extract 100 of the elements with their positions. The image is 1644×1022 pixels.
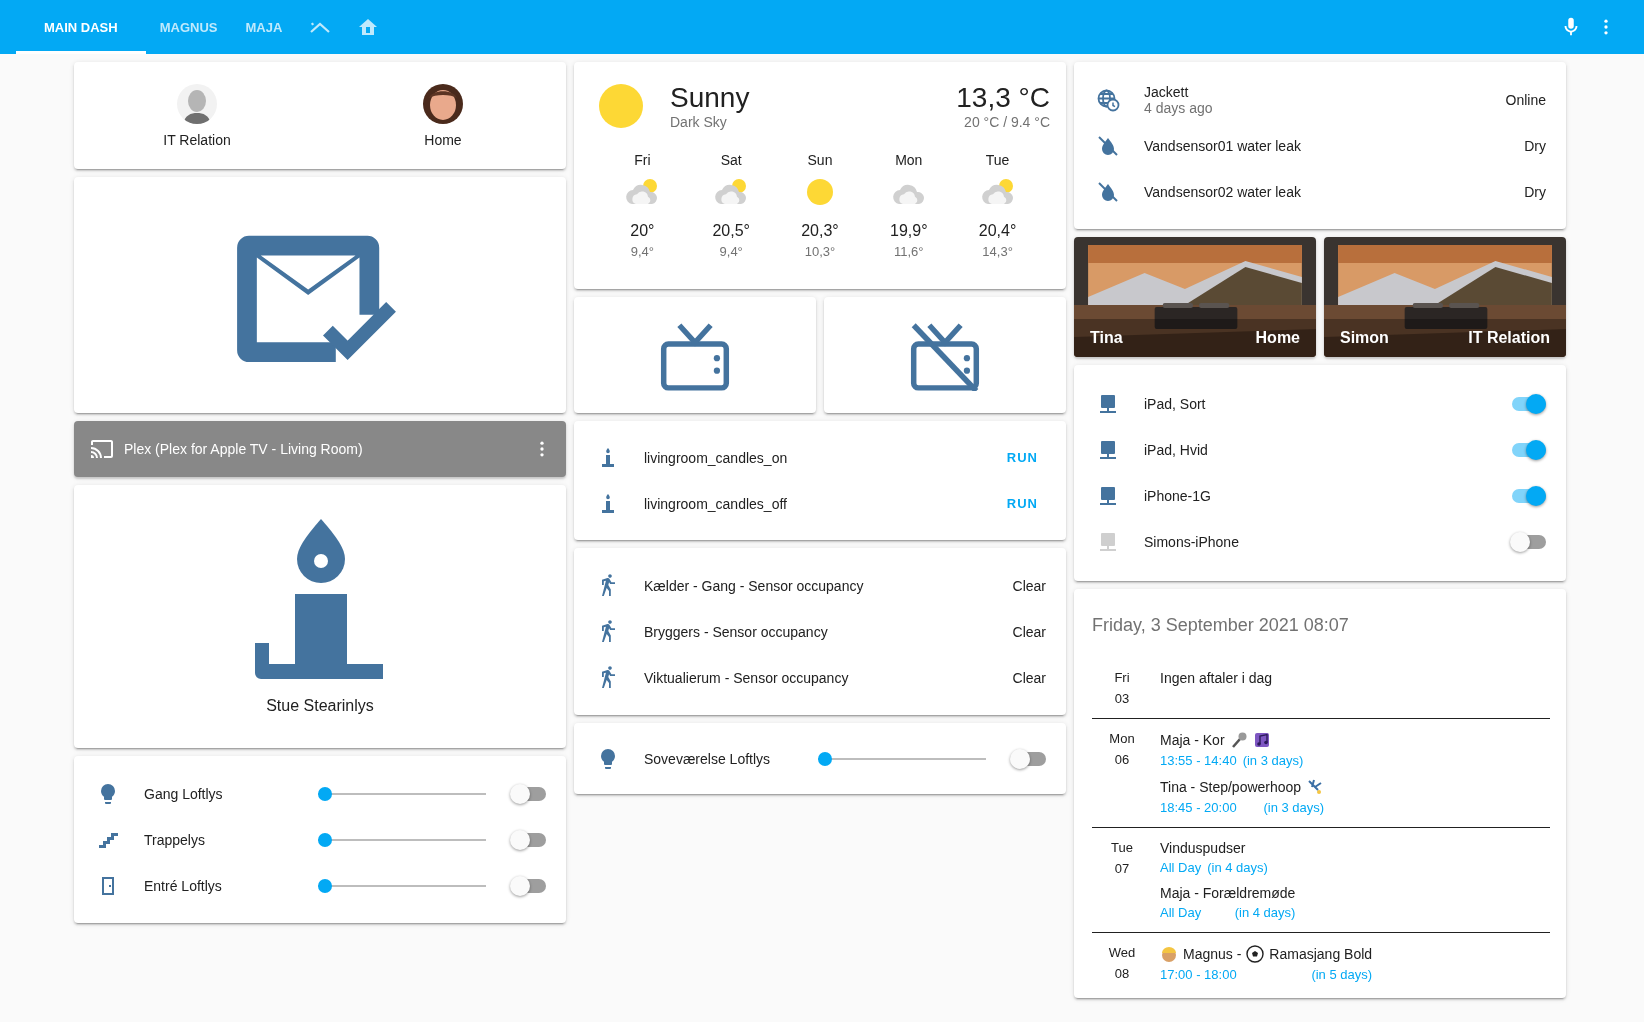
device-name: iPad, Sort — [1144, 396, 1207, 412]
event-time: 13:55 - 14:40 — [1160, 753, 1237, 768]
toggle-switch[interactable] — [1510, 394, 1546, 414]
temperature: 13,3 °C — [956, 82, 1050, 114]
entity-name: Jackett — [1144, 83, 1190, 100]
weekday: Tue — [1111, 840, 1133, 855]
sensor-state: Clear — [1012, 623, 1046, 640]
event-title: Maja - Forældremøde — [1160, 885, 1296, 901]
weather-condition: Sunny — [670, 82, 751, 114]
forecast-day: Fri — [634, 152, 651, 168]
water-off-icon — [1096, 179, 1120, 204]
slider-thumb[interactable] — [318, 786, 332, 801]
location: Home — [1255, 329, 1300, 347]
forecast-day: Tue — [985, 152, 1010, 168]
sensor-state: Clear — [1012, 669, 1046, 686]
water-off-icon — [1096, 133, 1120, 158]
event-title: Magnus - — [1183, 946, 1242, 962]
last-changed: 4 days ago — [1144, 99, 1214, 116]
entity-state: Dry — [1524, 183, 1546, 200]
device-name: Simons-iPhone — [1144, 534, 1240, 550]
weekday: Mon — [1109, 731, 1135, 746]
entity-name: Vandsensor01 water leak — [1144, 137, 1302, 154]
toggle-switch[interactable] — [510, 829, 546, 850]
light-name: Trappelys — [144, 831, 206, 848]
forecast-high: 20° — [630, 222, 655, 240]
mail-button[interactable] — [74, 177, 566, 413]
forecast-low: 9,4° — [719, 244, 743, 259]
relative-time: (in 4 days) — [1207, 860, 1268, 875]
slider-thumb[interactable] — [318, 832, 332, 847]
event-title: Maja - Kor — [1160, 732, 1225, 748]
toggle-switch[interactable] — [1510, 486, 1546, 506]
sensor-state: Clear — [1012, 577, 1046, 594]
forecast-high: 20,4° — [978, 222, 1017, 240]
globe-clock-icon — [1096, 87, 1120, 112]
tv-button[interactable] — [824, 297, 1066, 413]
slider-thumb[interactable] — [818, 751, 832, 766]
event-title: Ramasjang Bold — [1269, 946, 1373, 962]
weekday: Wed — [1108, 945, 1136, 960]
brightness-slider[interactable] — [318, 832, 486, 847]
entity-state: Online — [1505, 91, 1546, 108]
script-name: livingroom_candles_off — [644, 495, 788, 512]
run-button[interactable]: RUN — [998, 444, 1046, 471]
forecast-low: 14,3° — [982, 244, 1013, 259]
event-time: 17:00 - 18:00 — [1160, 967, 1237, 982]
person-name: IT Relation — [163, 131, 231, 148]
tv-button[interactable] — [574, 297, 816, 413]
media-title: Plex (Plex for Apple TV - Living Room) — [124, 441, 364, 457]
toggle-switch[interactable] — [510, 783, 546, 804]
sensor-name: Kælder - Gang - Sensor occupancy — [644, 577, 865, 594]
brightness-slider[interactable] — [318, 786, 486, 801]
toggle-switch[interactable] — [1510, 532, 1546, 552]
candle-icon — [255, 518, 385, 679]
brightness-slider[interactable] — [818, 751, 986, 766]
day-number: 08 — [1114, 966, 1130, 981]
light-name: Entré Loftlys — [144, 877, 223, 894]
device-name: iPhone-1G — [1144, 488, 1212, 504]
forecast-high: 20,5° — [712, 222, 750, 240]
roof-icon — [310, 20, 331, 34]
light-name: Soveværelse Loftlys — [644, 750, 772, 767]
tab[interactable]: MAJA — [231, 0, 297, 54]
entity-name: Vandsensor02 water leak — [1144, 183, 1302, 200]
tab[interactable]: MAGNUS — [145, 0, 232, 54]
candle-name: Stue Stearinlys — [266, 696, 374, 715]
person-name: Home — [424, 131, 462, 148]
device-name: iPad, Hvid — [1144, 442, 1209, 458]
forecast-day: Sun — [807, 152, 833, 168]
location: IT Relation — [1468, 329, 1550, 347]
toggle-switch[interactable] — [510, 875, 546, 896]
person-name: Tina — [1090, 329, 1123, 347]
soccer-ball-icon — [1246, 945, 1265, 963]
candle-button[interactable]: Stue Stearinlys — [74, 485, 566, 748]
forecast-low: 9,4° — [630, 244, 655, 259]
microphone-icon — [1229, 731, 1248, 749]
forecast-day: Sat — [720, 152, 742, 168]
event-title: Vinduspudser — [1160, 840, 1246, 856]
day-number: 03 — [1114, 691, 1130, 706]
forecast-low: 11,6° — [894, 244, 924, 259]
cast-icon[interactable] — [90, 437, 114, 461]
day-number: 07 — [1114, 861, 1130, 876]
brightness-slider[interactable] — [318, 878, 486, 893]
sensor-name: Bryggers - Sensor occupancy — [644, 623, 829, 640]
forecast-high: 19,9° — [890, 222, 928, 240]
relative-time: (in 4 days) — [1234, 905, 1296, 920]
event-title: Tina - Step/powerhoop — [1160, 779, 1302, 795]
light-name: Gang Loftlys — [144, 785, 224, 802]
forecast-day: Mon — [895, 152, 923, 168]
music-notes-icon — [1252, 731, 1271, 749]
relative-time: (in 3 days) — [1263, 800, 1325, 815]
slider-thumb[interactable] — [318, 878, 332, 893]
event-time: All Day — [1160, 860, 1202, 875]
weekday: Fri — [1114, 670, 1130, 685]
event-title: Ingen aftaler i dag — [1160, 670, 1273, 686]
toggle-switch[interactable] — [1510, 440, 1546, 460]
calendar-date: Friday, 3 September 2021 08:07 — [1092, 615, 1350, 636]
forecast-high: 20,3° — [801, 222, 839, 240]
toggle-switch[interactable] — [1010, 748, 1046, 769]
day-number: 06 — [1114, 752, 1130, 767]
event-time: All Day — [1160, 905, 1202, 920]
tab[interactable]: MAIN DASH — [16, 0, 146, 54]
run-button[interactable]: RUN — [998, 490, 1046, 517]
